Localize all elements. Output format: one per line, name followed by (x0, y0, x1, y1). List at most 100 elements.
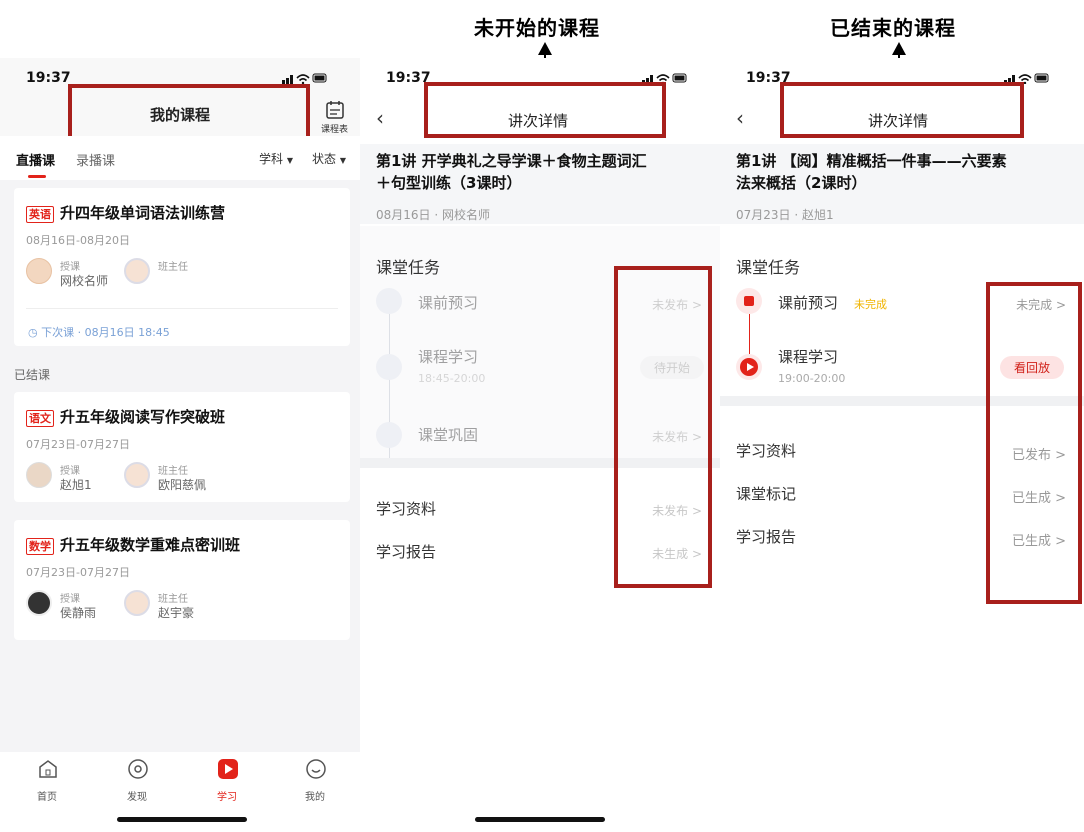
task-time: 19:00-20:00 (778, 372, 846, 385)
teacher-role: 授课 (60, 466, 80, 477)
card-divider (26, 308, 338, 309)
compass-icon (128, 759, 148, 779)
row-report-label[interactable]: 学习报告 (736, 526, 796, 547)
document-icon (376, 422, 402, 448)
home-indicator (117, 817, 247, 822)
course-date: 08月16日-08月20日 (26, 234, 130, 247)
back-icon[interactable]: ‹ (376, 106, 384, 130)
subject-tag: 数学 (26, 538, 54, 555)
filter-subject-label: 学科 (259, 152, 284, 166)
lesson-title-line2: ＋句型训练（3课时） (376, 174, 522, 192)
screen-lesson-ended: 19:37 ‹ 讲次详情 第1讲 【阅】精准概括一件事——六要素 法来概括（2课… (720, 58, 1084, 832)
teacher-name: 网校名师 (60, 274, 109, 288)
nav-mine-label: 我的 (305, 792, 325, 803)
lesson-meta: 08月16日 · 网校名师 (376, 208, 490, 222)
filter-subject[interactable]: 学科 ▼ (259, 150, 293, 167)
nav-home-label: 首页 (37, 792, 57, 803)
teacher-name: 侯静雨 (60, 606, 97, 620)
tasks-heading: 课堂任务 (736, 258, 801, 277)
teacher-avatar (26, 462, 52, 488)
nav-home[interactable]: 首页 (30, 758, 66, 803)
annotation-not-started: 未开始的课程 (474, 16, 600, 40)
preview-icon (736, 288, 762, 314)
lesson-meta: 07月23日 · 赵旭1 (736, 208, 834, 222)
head-teacher-avatar (124, 258, 150, 284)
clock-icon: ◷ (28, 326, 38, 339)
tab-active-indicator (28, 175, 46, 178)
course-title-text: 升五年级数学重难点密训班 (60, 536, 241, 554)
pending-badge: 未完成 (854, 298, 887, 311)
smile-icon (306, 759, 326, 779)
nav-discover[interactable]: 发现 (120, 758, 156, 803)
nav-study-label: 学习 (217, 792, 237, 803)
home-icon (39, 760, 57, 778)
lesson-title-line2: 法来概括（2课时） (736, 174, 867, 192)
row-materials-label[interactable]: 学习资料 (376, 498, 436, 519)
course-title-text: 升五年级阅读写作突破班 (60, 408, 226, 426)
row-report-label[interactable]: 学习报告 (376, 541, 436, 562)
teacher-role: 授课 (60, 594, 80, 605)
course-title-text: 升四年级单词语法训练营 (60, 204, 226, 222)
course-title: 英语 升四年级单词语法训练营 (26, 202, 225, 223)
lesson-title-line1: 第1讲 【阅】精准概括一件事——六要素 (736, 152, 1007, 170)
head-teacher-avatar (124, 590, 150, 616)
lesson-title-line1: 第1讲 开学典礼之导学课＋食物主题词汇 (376, 152, 647, 170)
signal-wifi-battery-icon (282, 73, 327, 84)
course-title: 数学 升五年级数学重难点密训班 (26, 534, 240, 555)
course-title: 语文 升五年级阅读写作突破班 (26, 406, 225, 427)
course-card-chinese[interactable]: 语文 升五年级阅读写作突破班 07月23日-07月27日 授课 赵旭1 班主任 欧… (14, 392, 350, 502)
head-teacher-role: 班主任 (158, 262, 188, 273)
annotation-ended: 已结束的课程 (830, 16, 956, 40)
preview-icon (376, 288, 402, 314)
nav-mine[interactable]: 我的 (298, 758, 334, 803)
row-marks-label[interactable]: 课堂标记 (736, 483, 796, 504)
course-date: 07月23日-07月27日 (26, 438, 130, 451)
play-circle-icon (376, 354, 402, 380)
screen-lesson-not-started: 19:37 ‹ 讲次详情 第1讲 开学典礼之导学课＋食物主题词汇 ＋句型训练（3… (360, 58, 720, 832)
task-name: 课程学习 (778, 348, 839, 366)
tab-live[interactable]: 直播课 (16, 150, 55, 169)
task-timeline (389, 314, 390, 474)
filter-status[interactable]: 状态 ▼ (312, 150, 346, 167)
task-name: 课前预习 (778, 294, 839, 312)
highlight-box-status (614, 266, 712, 588)
ended-section-label: 已结课 (14, 368, 51, 382)
highlight-box-header (424, 82, 666, 138)
head-teacher-role: 班主任 (158, 594, 188, 605)
course-date: 07月23日-07月27日 (26, 566, 130, 579)
highlight-box-header (780, 82, 1024, 138)
nav-discover-label: 发现 (127, 792, 147, 803)
task-timeline (749, 314, 750, 354)
back-icon[interactable]: ‹ (736, 106, 744, 130)
task-name: 课程学习 (418, 348, 479, 366)
tab-bar: 直播课 录播课 学科 ▼ 状态 ▼ (0, 136, 360, 180)
task-name: 课堂巩固 (418, 426, 479, 444)
head-teacher-name: 欧阳慈佩 (158, 478, 207, 492)
schedule-label[interactable]: 课程表 (321, 122, 348, 135)
tab-recorded[interactable]: 录播课 (76, 150, 115, 169)
head-teacher-name: 赵宇豪 (158, 606, 195, 620)
play-circle-icon (736, 354, 762, 380)
tasks-heading: 课堂任务 (376, 258, 441, 277)
head-teacher-role: 班主任 (158, 466, 188, 477)
task-name: 课前预习 (418, 294, 479, 312)
next-class-text: 下次课 · 08月16日 18:45 (41, 326, 170, 339)
caret-down-icon: ▼ (339, 156, 346, 165)
row-materials-label[interactable]: 学习资料 (736, 440, 796, 461)
task-time: 18:45-20:00 (418, 372, 486, 385)
nav-study[interactable]: 学习 (210, 758, 246, 803)
teacher-role: 授课 (60, 262, 80, 273)
home-indicator (475, 817, 605, 822)
teacher-avatar (26, 590, 52, 616)
head-teacher-avatar (124, 462, 150, 488)
next-class: ◷ 下次课 · 08月16日 18:45 (28, 324, 170, 340)
calendar-icon[interactable] (325, 100, 345, 120)
course-card-math[interactable]: 数学 升五年级数学重难点密训班 07月23日-07月27日 授课 侯静雨 班主任 … (14, 520, 350, 640)
subject-tag: 语文 (26, 410, 54, 427)
filter-status-label: 状态 (312, 152, 337, 166)
teacher-name: 赵旭1 (60, 478, 92, 492)
course-card-english[interactable]: 英语 升四年级单词语法训练营 08月16日-08月20日 授课 网校名师 班主任 … (14, 188, 350, 346)
play-icon (218, 759, 238, 779)
teacher-avatar (26, 258, 52, 284)
status-time: 19:37 (26, 70, 71, 86)
